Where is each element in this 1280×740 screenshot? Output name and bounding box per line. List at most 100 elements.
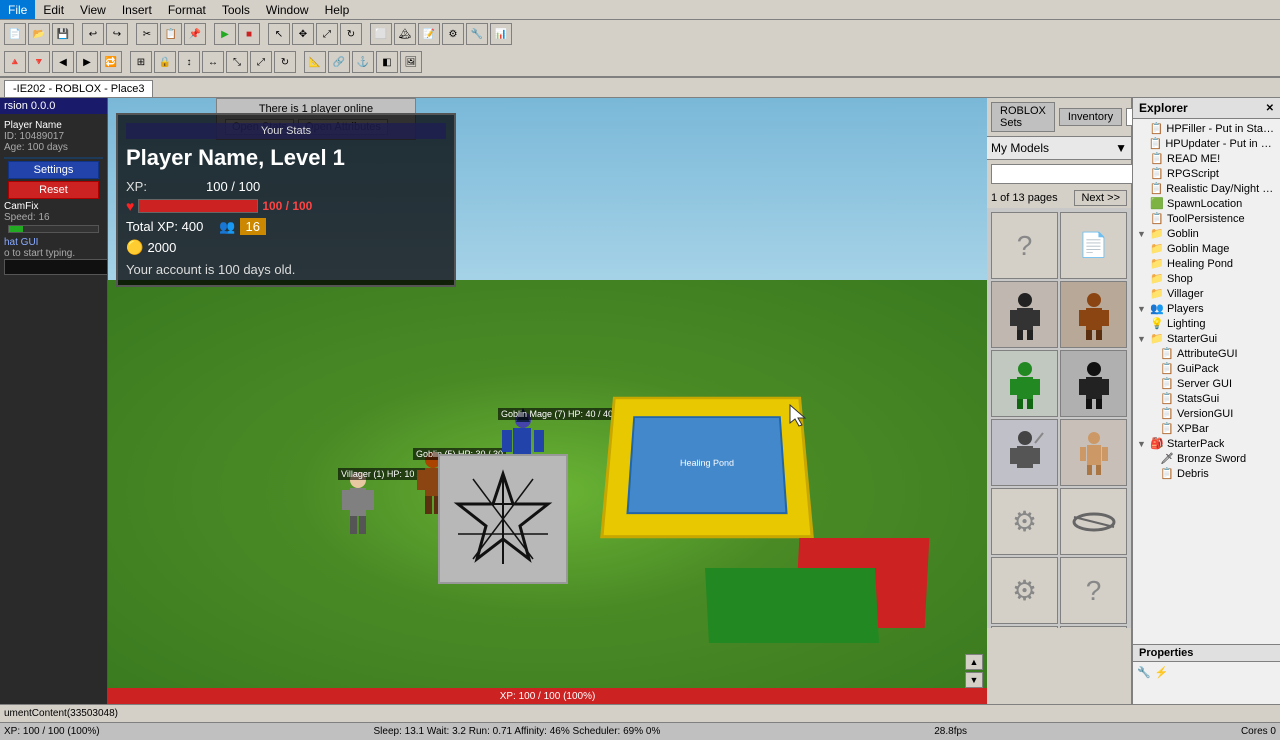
model-item-2[interactable] [991, 281, 1058, 348]
tree-item-servergui[interactable]: 📋 Server GUI [1133, 376, 1280, 391]
tb-copy[interactable]: 📋 [160, 23, 182, 45]
tb-extra2[interactable]: 📊 [490, 23, 512, 45]
tb-scale[interactable]: ⤢ [316, 23, 338, 45]
tree-item-bronzesword[interactable]: 🗡 Bronze Sword [1133, 451, 1280, 466]
chat-input[interactable] [4, 259, 108, 275]
menu-edit[interactable]: Edit [35, 0, 72, 19]
tb-select[interactable]: ↖ [268, 23, 290, 45]
tree-item-players[interactable]: ▼ 👥 Players [1133, 301, 1280, 316]
tree-item-attributegui[interactable]: 📋 AttributeGUI [1133, 346, 1280, 361]
models-search-input[interactable] [991, 164, 1143, 184]
tb2-3[interactable]: ◀ [52, 51, 74, 73]
tree-item-lighting[interactable]: 💡 Lighting [1133, 316, 1280, 331]
tree-item-healingpond[interactable]: 📁 Healing Pond [1133, 256, 1280, 271]
tb-move[interactable]: ✥ [292, 23, 314, 45]
tb-new[interactable]: 📄 [4, 23, 26, 45]
tb2-surface[interactable]: ◧ [376, 51, 398, 73]
menu-view[interactable]: View [72, 0, 114, 19]
tb2-grid[interactable]: ⊞ [130, 51, 152, 73]
tree-item-statsgui[interactable]: 📋 StatsGui [1133, 391, 1280, 406]
tree-item-readme[interactable]: 📋 READ ME! [1133, 151, 1280, 166]
tb2-weld[interactable]: 🔗 [328, 51, 350, 73]
model-item-7[interactable] [1060, 419, 1127, 486]
tb-play[interactable]: ▶ [214, 23, 236, 45]
menu-insert[interactable]: Insert [114, 0, 160, 19]
tb2-r5[interactable]: ↻ [274, 51, 296, 73]
tree-item-toolpersistence[interactable]: 📋 ToolPersistence [1133, 211, 1280, 226]
menu-window[interactable]: Window [258, 0, 317, 19]
tb-terrain[interactable]: 🏔 [394, 23, 416, 45]
tree-item-starterpack[interactable]: ▼ 🎒 StarterPack [1133, 436, 1280, 451]
settings-button[interactable]: Settings [8, 161, 99, 179]
menu-file[interactable]: File [0, 0, 35, 19]
toolbar-row1: 📄 📂 💾 ↩ ↪ ✂ 📋 📌 ▶ ■ ↖ ✥ ⤢ ↻ ⬜ 🏔 📝 ⚙ 🔧 📊 [0, 20, 1280, 48]
tree-item-shop[interactable]: 📁 Shop [1133, 271, 1280, 286]
tree-item-hpupdater[interactable]: 📋 HPUpdater - Put in Starter [1133, 136, 1280, 151]
tb-collide[interactable]: ⬜ [370, 23, 392, 45]
tb-script[interactable]: 📝 [418, 23, 440, 45]
roblox-sets-tab[interactable]: ROBLOX Sets [991, 102, 1055, 132]
tree-item-hpfiller[interactable]: 📋 HPFiller - Put in Starter [1133, 121, 1280, 136]
tree-item-debris[interactable]: 📋 Debris [1133, 466, 1280, 481]
tb2-2[interactable]: 🔻 [28, 51, 50, 73]
explorer-close[interactable]: ✕ [1266, 103, 1274, 114]
menu-format[interactable]: Format [160, 0, 214, 19]
tree-item-rpgscript[interactable]: 📋 RPGScript [1133, 166, 1280, 181]
tree-item-spawn[interactable]: 🟩 SpawnLocation [1133, 196, 1280, 211]
tb-open[interactable]: 📂 [28, 23, 50, 45]
tb-save[interactable]: 💾 [52, 23, 74, 45]
tb-undo[interactable]: ↩ [82, 23, 104, 45]
scroll-down-btn[interactable]: ▼ [965, 672, 983, 688]
model-item-0[interactable]: ? [991, 212, 1058, 279]
menu-tools[interactable]: Tools [214, 0, 258, 19]
tree-item-startergui[interactable]: ▼ 📁 StarterGui [1133, 331, 1280, 346]
tb-rotate[interactable]: ↻ [340, 23, 362, 45]
menu-help[interactable]: Help [317, 0, 358, 19]
model-item-9[interactable] [1060, 488, 1127, 555]
model-item-4[interactable] [991, 350, 1058, 417]
tree-item-daynight[interactable]: 📋 Realistic Day/Night Scri [1133, 181, 1280, 196]
tb-settings[interactable]: ⚙ [442, 23, 464, 45]
tree-item-goblinmage[interactable]: 📁 Goblin Mage [1133, 241, 1280, 256]
tb2-r1[interactable]: ↕ [178, 51, 200, 73]
tb-paste[interactable]: 📌 [184, 23, 206, 45]
scroll-up-btn[interactable]: ▲ [965, 654, 983, 670]
model-item-6[interactable] [991, 419, 1058, 486]
tb-stop[interactable]: ■ [238, 23, 260, 45]
tree-item-xpbar[interactable]: 📋 XPBar [1133, 421, 1280, 436]
model-item-3[interactable] [1060, 281, 1127, 348]
hp-row: ♥ 100 / 100 [126, 198, 446, 214]
model-item-13[interactable]: 📄 [1060, 626, 1127, 628]
model-item-10[interactable]: ⚙ [991, 557, 1058, 624]
model-item-1[interactable]: 📄 [1060, 212, 1127, 279]
tb2-5[interactable]: 🔁 [100, 51, 122, 73]
tb-redo[interactable]: ↪ [106, 23, 128, 45]
tree-item-villager[interactable]: 📁 Villager [1133, 286, 1280, 301]
tb2-4[interactable]: ▶ [76, 51, 98, 73]
tb2-lock[interactable]: 🔒 [154, 51, 176, 73]
tree-item-guipack[interactable]: 📋 GuiPack [1133, 361, 1280, 376]
models-header-dropdown[interactable]: ▼ [1115, 141, 1127, 155]
tb2-anchor[interactable]: ⚓ [352, 51, 374, 73]
tb2-r2[interactable]: ↔ [202, 51, 224, 73]
tb2-snap[interactable]: 📐 [304, 51, 326, 73]
inventory-tab[interactable]: Inventory [1059, 108, 1122, 126]
model-item-12[interactable]: 📄 [991, 626, 1058, 628]
tb-cut[interactable]: ✂ [136, 23, 158, 45]
next-page-button[interactable]: Next >> [1074, 190, 1127, 206]
model-item-8[interactable]: ⚙ [991, 488, 1058, 555]
model-item-11[interactable]: ? [1060, 557, 1127, 624]
properties-icon1: 🔧 [1137, 666, 1151, 679]
tb2-r3[interactable]: ⤡ [226, 51, 248, 73]
tb2-1[interactable]: 🔺 [4, 51, 26, 73]
tree-item-versiongui[interactable]: 📋 VersionGUI [1133, 406, 1280, 421]
right-side: ROBLOX Sets Inventory My ◀ ▶ ✕ My Models… [987, 98, 1280, 704]
tree-item-goblin[interactable]: ▼ 📁 Goblin [1133, 226, 1280, 241]
reset-button[interactable]: Reset [8, 181, 99, 199]
model-item-5[interactable] [1060, 350, 1127, 417]
tb2-r4[interactable]: ⤢ [250, 51, 272, 73]
tb2-texture[interactable]: 🖼 [400, 51, 422, 73]
main-tab[interactable]: -IE202 - ROBLOX - Place3 [4, 80, 153, 97]
tb-extra1[interactable]: 🔧 [466, 23, 488, 45]
heart-icon: ♥ [126, 198, 134, 214]
